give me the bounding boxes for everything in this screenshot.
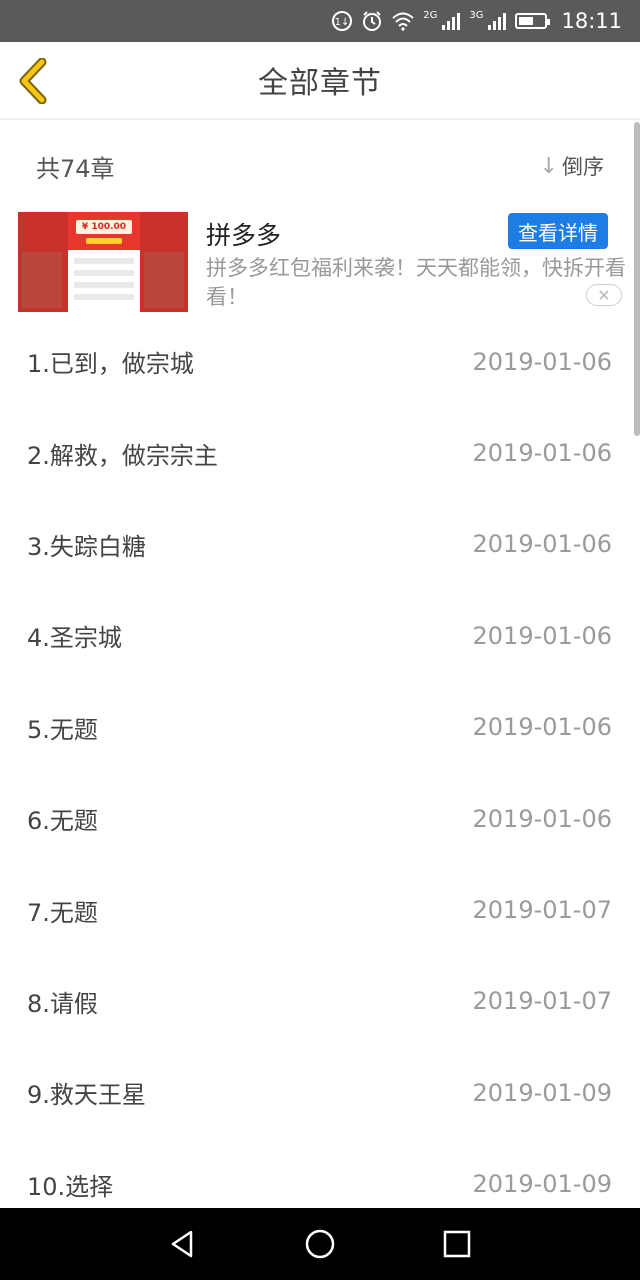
chapter-list: 1.已到，做宗城 2019-01-06 2.解救，做宗宗主 2019-01-06 3.失… (0, 316, 640, 1230)
alarm-icon (361, 9, 383, 33)
ad-title: 拼多多 (206, 221, 282, 250)
chapter-title: 4.圣宗城 (27, 624, 122, 653)
battery-icon (515, 13, 551, 29)
nav-recents-button[interactable] (432, 1219, 482, 1269)
nav-home-button[interactable] (295, 1219, 345, 1269)
signal-3g-icon (487, 9, 507, 33)
wifi-icon (391, 9, 415, 33)
ad-banner[interactable]: ¥ 100.00 拼多多 拼多多红包福利来袭！天天都能领，快拆开看看！ 查看详情… (18, 212, 630, 312)
home-circle-icon (305, 1229, 335, 1259)
nav-back-button[interactable] (158, 1219, 208, 1269)
battery-level (519, 17, 534, 25)
chapter-row[interactable]: 1.已到，做宗城 2019-01-06 (0, 316, 640, 407)
signal-2g-icon (441, 9, 461, 33)
chapter-row[interactable]: 5.无题 2019-01-06 (0, 682, 640, 773)
network-type-2: 3G (469, 9, 484, 21)
close-icon[interactable]: ✕ (586, 284, 622, 306)
sort-label: 倒序 (562, 155, 604, 179)
chapter-date: 2019-01-06 (472, 621, 612, 650)
clock: 18:11 (561, 9, 622, 33)
chapter-title: 2.解救，做宗宗主 (27, 441, 218, 470)
svg-text:1↓: 1↓ (335, 17, 350, 28)
recents-square-icon (443, 1230, 470, 1258)
sort-toggle-button[interactable]: ↓ 倒序 (540, 151, 604, 181)
chapter-summary-bar: 共74章 ↓ 倒序 (0, 122, 640, 210)
chapter-title: 1.已到，做宗城 (27, 350, 194, 379)
chapter-date: 2019-01-09 (472, 1170, 612, 1199)
system-nav-bar (0, 1208, 640, 1280)
chapter-row[interactable]: 7.无题 2019-01-07 (0, 864, 640, 955)
chapter-date: 2019-01-06 (472, 347, 612, 376)
network-type-1: 2G (423, 9, 438, 21)
chapter-row[interactable]: 6.无题 2019-01-06 (0, 773, 640, 864)
chapter-title: 9.救天王星 (27, 1081, 146, 1110)
ad-thumb-side-right (144, 252, 184, 308)
ad-thumb-amount: ¥ 100.00 (76, 220, 132, 234)
ad-thumb-panel: ¥ 100.00 (68, 212, 140, 312)
ad-description: 拼多多红包福利来袭！天天都能领，快拆开看看！ (206, 256, 626, 309)
ad-thumb-side-left (22, 252, 62, 308)
chapter-date: 2019-01-06 (472, 530, 612, 559)
chapter-date: 2019-01-07 (472, 987, 612, 1016)
chapter-date: 2019-01-06 (472, 713, 612, 742)
chapter-row[interactable]: 9.救天王星 2019-01-09 (0, 1047, 640, 1138)
chapter-title: 8.请假 (27, 989, 98, 1018)
chapter-date: 2019-01-06 (472, 804, 612, 833)
chapter-title: 5.无题 (27, 715, 98, 744)
chevron-left-icon (19, 57, 47, 105)
chapter-title: 10.选择 (27, 1172, 114, 1201)
chapter-title: 6.无题 (27, 807, 98, 836)
status-bar: 1↓ 2G 3G 18:11 (0, 0, 640, 42)
chapter-date: 2019-01-06 (472, 439, 612, 468)
back-triangle-icon (172, 1230, 193, 1258)
chapter-date: 2019-01-09 (472, 1078, 612, 1107)
chapter-title: 7.无题 (27, 898, 98, 927)
chapter-row[interactable]: 8.请假 2019-01-07 (0, 956, 640, 1047)
chapter-title: 3.失踪白糖 (27, 532, 146, 561)
chapter-row[interactable]: 2.解救，做宗宗主 2019-01-06 (0, 407, 640, 498)
chapter-count: 共74章 (36, 154, 115, 183)
chapter-date: 2019-01-07 (472, 896, 612, 925)
scrollbar[interactable] (634, 122, 640, 436)
ad-detail-button[interactable]: 查看详情 (508, 213, 608, 249)
chapter-row[interactable]: 3.失踪白糖 2019-01-06 (0, 499, 640, 590)
back-button[interactable] (14, 57, 58, 105)
chapter-row[interactable]: 4.圣宗城 2019-01-06 (0, 590, 640, 681)
page-title: 全部章节 (258, 66, 382, 101)
ad-thumbnail[interactable]: ¥ 100.00 (18, 212, 188, 312)
arrow-down-icon: ↓ (539, 153, 558, 179)
header: 全部章节 (0, 42, 640, 120)
data-saver-icon: 1↓ (331, 9, 353, 33)
